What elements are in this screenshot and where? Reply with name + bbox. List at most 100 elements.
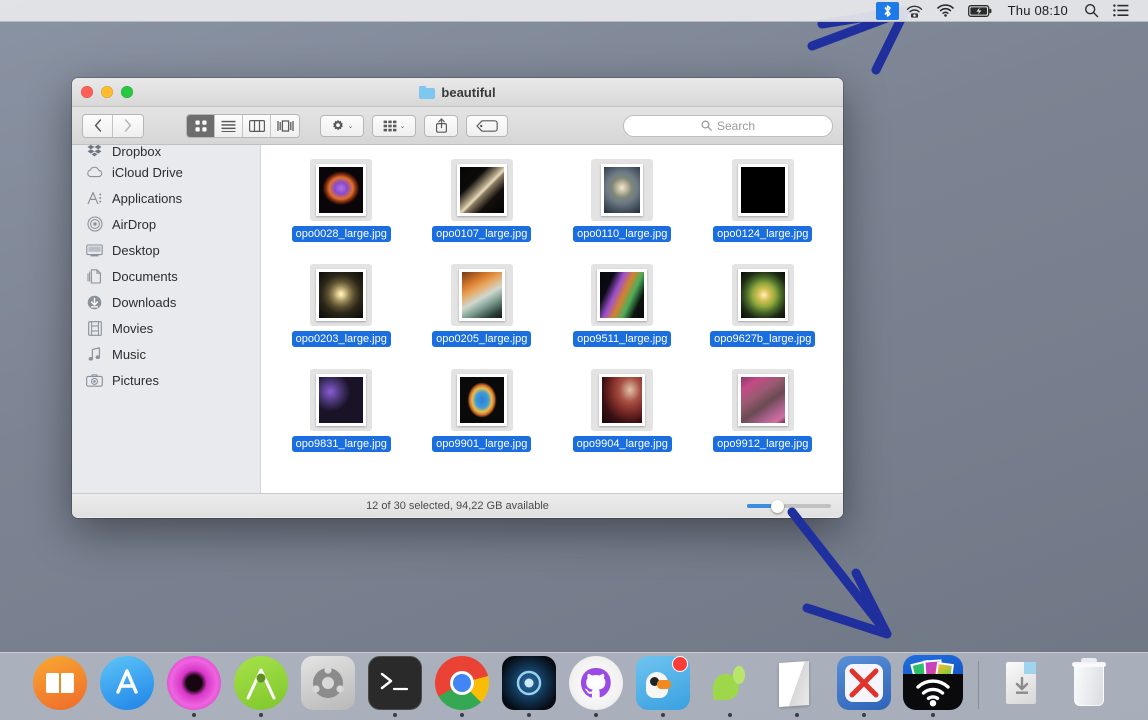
battery-charging-icon[interactable] [961, 0, 999, 22]
sidebar-item-desktop[interactable]: Desktop [72, 237, 260, 263]
arrange-button[interactable]: ⌄ [372, 114, 416, 137]
bluetooth-highlight-icon[interactable] [875, 1, 899, 20]
sidebar-item-icloud-drive[interactable]: iCloud Drive [72, 159, 260, 185]
file-item[interactable]: opo0107_large.jpg [412, 159, 553, 242]
sidebar-item-applications[interactable]: Applications [72, 185, 260, 211]
dock-item-white-paper-app[interactable] [768, 655, 826, 717]
wifi-overlay-icon [915, 679, 950, 707]
dark-circle-app-icon [501, 656, 556, 710]
slider-knob[interactable] [771, 499, 784, 513]
dock-item-dark-circle-app[interactable] [500, 655, 558, 717]
running-indicator [930, 713, 935, 717]
search-icon-small [701, 120, 712, 131]
dock-item-terminal[interactable] [366, 655, 424, 717]
navigation-buttons [82, 113, 144, 138]
sidebar-item-label: Music [112, 346, 146, 362]
sidebar-item-dropbox[interactable]: Dropbox [72, 145, 260, 159]
file-thumbnail-wrap [310, 159, 373, 221]
wifi-icon[interactable] [930, 0, 961, 22]
sidebar-item-music[interactable]: Music [72, 341, 260, 367]
sidebar-item-label: Movies [112, 320, 154, 336]
finder-window: beautiful ⌄ ⌄ Search Dropbox iCloud Driv… [72, 78, 843, 518]
slider-track [747, 499, 831, 513]
dock-separator [977, 661, 979, 709]
running-indicator [727, 713, 732, 717]
action-gear-button[interactable]: ⌄ [320, 114, 364, 137]
file-item[interactable]: opo0205_large.jpg [412, 264, 553, 347]
wifi-camera-icon[interactable] [899, 0, 930, 22]
file-grid: opo0028_large.jpg opo0107_large.jpg opo0… [271, 155, 833, 452]
finder-statusbar: 12 of 30 selected, 94,22 GB available [72, 493, 843, 517]
dock-item-green-leaf-app[interactable] [701, 655, 759, 717]
dock-item-airbeam-wifi-photo-app[interactable] [902, 655, 964, 717]
file-thumbnail-wrap [310, 369, 373, 431]
file-item[interactable]: opo9831_large.jpg [271, 369, 412, 452]
file-item[interactable]: opo9904_large.jpg [552, 369, 693, 452]
running-indicator [526, 713, 531, 717]
back-button[interactable] [83, 114, 113, 137]
dock-item-xmind[interactable] [835, 655, 893, 717]
nebula-purple-ring-thumb [319, 167, 364, 213]
maximize-button[interactable] [121, 86, 133, 98]
github-desktop-icon [568, 656, 623, 710]
file-name-label: opo9901_large.jpg [432, 436, 532, 452]
tag-button[interactable] [466, 114, 508, 137]
list-view-button[interactable] [215, 114, 243, 137]
file-item[interactable]: opo9901_large.jpg [412, 369, 553, 452]
share-icon [435, 118, 447, 133]
list-icon[interactable] [1106, 0, 1136, 22]
file-item[interactable]: opo9912_large.jpg [693, 369, 834, 452]
dock-item-google-chrome[interactable] [433, 655, 491, 717]
menubar-clock[interactable]: Thu 08:10 [999, 0, 1077, 22]
file-thumbnail-wrap [591, 159, 654, 221]
cloud-icon [86, 164, 103, 181]
menu-bar: Thu 08:10 [0, 0, 1148, 22]
share-button[interactable] [424, 114, 458, 137]
file-item[interactable]: opo0110_large.jpg [552, 159, 693, 242]
close-button[interactable] [81, 86, 93, 98]
dock-item-flower-app[interactable] [165, 655, 223, 717]
coverflow-view-button[interactable] [271, 114, 299, 137]
icon-view-button[interactable] [187, 114, 215, 137]
file-item[interactable]: opo9511_large.jpg [552, 264, 693, 347]
search-input[interactable]: Search [623, 114, 833, 137]
movies-icon [86, 320, 103, 337]
app-store-icon [99, 656, 154, 710]
airdrop-icon [86, 216, 103, 233]
sidebar-item-label: AirDrop [112, 216, 157, 232]
file-item[interactable]: opo0124_large.jpg [693, 159, 834, 242]
ring-nebula-thumb [459, 377, 504, 423]
minimize-button[interactable] [101, 86, 113, 98]
file-thumbnail-wrap [731, 369, 794, 431]
running-indicator [258, 713, 263, 717]
dock-item-ibooks[interactable] [31, 655, 89, 717]
file-item[interactable]: opo9627b_large.jpg [693, 264, 834, 347]
file-item[interactable]: opo0028_large.jpg [271, 159, 412, 242]
forward-button[interactable] [113, 114, 143, 137]
finder-titlebar[interactable]: beautiful [72, 78, 843, 107]
dock-item-duckduckgo[interactable] [634, 655, 692, 717]
icon-size-slider[interactable] [747, 499, 831, 513]
sidebar-item-downloads[interactable]: Downloads [72, 289, 260, 315]
dock-item-unity[interactable] [299, 655, 357, 717]
mars-planet-thumb [740, 167, 785, 213]
search-icon[interactable] [1077, 0, 1106, 22]
dock-item-trash[interactable] [1060, 655, 1118, 717]
file-thumbnail-wrap [591, 264, 654, 326]
dock-item-github-desktop[interactable] [567, 655, 625, 717]
file-name-label: opo0107_large.jpg [432, 226, 532, 242]
dock-item-app-store[interactable] [98, 655, 156, 717]
file-grid-pane[interactable]: opo0028_large.jpg opo0107_large.jpg opo0… [261, 145, 843, 493]
file-name-label: opo9627b_large.jpg [710, 331, 816, 347]
sidebar-item-pictures[interactable]: Pictures [72, 367, 260, 393]
dock-item-android-studio[interactable] [232, 655, 290, 717]
column-view-button[interactable] [243, 114, 271, 137]
dock-item-downloads-stack[interactable] [993, 655, 1051, 717]
file-item[interactable]: opo0203_large.jpg [271, 264, 412, 347]
sidebar-item-airdrop[interactable]: AirDrop [72, 211, 260, 237]
file-name-label: opo0205_large.jpg [432, 331, 532, 347]
sidebar-item-documents[interactable]: Documents [72, 263, 260, 289]
notification-badge [671, 656, 688, 672]
page-title: beautiful [441, 84, 496, 100]
sidebar-item-movies[interactable]: Movies [72, 315, 260, 341]
